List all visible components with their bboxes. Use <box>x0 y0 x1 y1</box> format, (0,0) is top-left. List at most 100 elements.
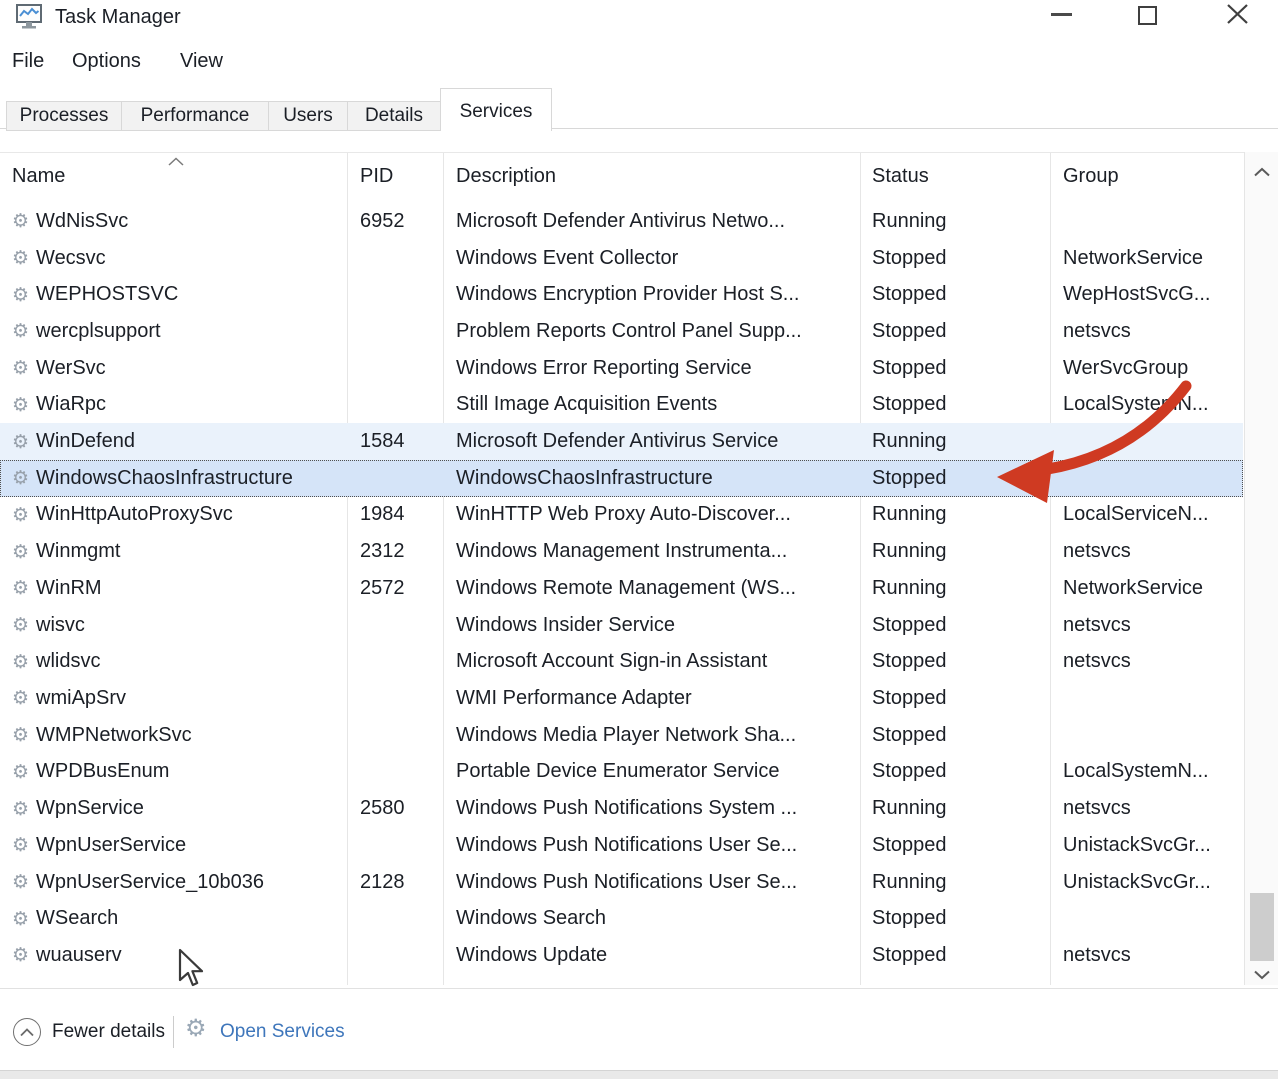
scroll-down-icon[interactable] <box>1253 967 1271 985</box>
service-group: NetworkService <box>1050 247 1243 270</box>
service-name: wercplsupport <box>36 320 161 343</box>
service-name: WEPHOSTSVC <box>36 283 178 306</box>
table-row[interactable]: ⚙WSearch Windows Search Stopped <box>0 900 1243 937</box>
service-name-cell: ⚙ WiaRpc <box>0 393 347 416</box>
tab-users[interactable]: Users <box>268 101 348 131</box>
vertical-scrollbar[interactable] <box>1244 152 1278 985</box>
service-description: WinHTTP Web Proxy Auto-Discover... <box>443 503 860 526</box>
column-header-pid[interactable]: PID <box>360 165 393 188</box>
column-header-status[interactable]: Status <box>872 165 929 188</box>
service-name-cell: ⚙WpnUserService <box>0 834 347 857</box>
service-group: LocalSystemN... <box>1050 760 1243 783</box>
service-gear-icon: ⚙ <box>12 504 29 526</box>
service-name: Wecsvc <box>36 247 106 270</box>
fewer-details-label[interactable]: Fewer details <box>52 1021 165 1043</box>
service-status: Stopped <box>860 834 1050 857</box>
column-header-group[interactable]: Group <box>1063 165 1119 188</box>
table-row[interactable]: ⚙Wecsvc Windows Event Collector Stopped … <box>0 240 1243 277</box>
table-row[interactable]: ⚙wlidsvc Microsoft Account Sign-in Assis… <box>0 643 1243 680</box>
service-description: Windows Encryption Provider Host S... <box>443 283 860 306</box>
close-button[interactable] <box>1216 0 1260 30</box>
column-header-name[interactable]: Name <box>12 165 65 188</box>
service-status: Stopped <box>860 320 1050 343</box>
service-group: UnistackSvcGr... <box>1050 871 1243 894</box>
service-description: Microsoft Defender Antivirus Service <box>443 430 860 453</box>
table-row[interactable]: ⚙WPDBusEnum Portable Device Enumerator S… <box>0 754 1243 791</box>
service-name-cell: ⚙WSearch <box>0 907 347 930</box>
open-services-link[interactable]: Open Services <box>220 1021 345 1043</box>
service-name: WpnService <box>36 797 144 820</box>
menu-view[interactable]: View <box>180 50 223 73</box>
service-name-cell: ⚙WinHttpAutoProxySvc <box>0 503 347 526</box>
table-row[interactable]: ⚙WinDefend 1584 Microsoft Defender Antiv… <box>0 423 1243 460</box>
service-name: wisvc <box>36 614 85 637</box>
service-gear-icon: ⚙ <box>12 467 29 489</box>
service-name-cell: ⚙WdNisSvc <box>0 210 347 233</box>
table-row[interactable]: ⚙WinHttpAutoProxySvc 1984 WinHTTP Web Pr… <box>0 497 1243 534</box>
service-gear-icon: ⚙ <box>12 944 29 966</box>
service-name: WerSvc <box>36 357 106 380</box>
service-gear-icon: ⚙ <box>12 541 29 563</box>
open-services-gear-icon: ⚙ <box>185 1014 207 1042</box>
table-header: Name PID Description Status Group <box>0 152 1243 203</box>
service-status: Running <box>860 503 1050 526</box>
tab-services[interactable]: Services <box>440 88 552 131</box>
service-description: WindowsChaosInfrastructure <box>443 467 860 490</box>
service-name: WPDBusEnum <box>36 760 169 783</box>
service-description: Microsoft Defender Antivirus Netwo... <box>443 210 860 233</box>
table-row[interactable]: ⚙Winmgmt 2312 Windows Management Instrum… <box>0 533 1243 570</box>
service-gear-icon: ⚙ <box>12 577 29 599</box>
table-row[interactable]: ⚙wmiApSrv WMI Performance Adapter Stoppe… <box>0 680 1243 717</box>
tab-details[interactable]: Details <box>347 101 441 131</box>
service-name: Winmgmt <box>36 540 120 563</box>
table-row[interactable]: ⚙wercplsupport Problem Reports Control P… <box>0 313 1243 350</box>
table-row[interactable]: ⚙WEPHOSTSVC Windows Encryption Provider … <box>0 276 1243 313</box>
table-row[interactable]: ⚙WMPNetworkSvc Windows Media Player Netw… <box>0 717 1243 754</box>
service-status: Stopped <box>860 393 1050 416</box>
services-list: ⚙WdNisSvc 6952 Microsoft Defender Antivi… <box>0 203 1243 974</box>
service-gear-icon: ⚙ <box>12 394 29 416</box>
table-row[interactable]: ⚙wuauserv Windows Update Stopped netsvcs <box>0 937 1243 974</box>
table-row[interactable]: ⚙WpnService 2580 Windows Push Notificati… <box>0 790 1243 827</box>
service-description: Windows Event Collector <box>443 247 860 270</box>
table-row[interactable]: ⚙WiaRpc Still Image Acquisition Events S… <box>0 387 1243 424</box>
menu-file[interactable]: File <box>12 50 44 73</box>
service-description: Microsoft Account Sign-in Assistant <box>443 650 860 673</box>
table-row[interactable]: ⚙WerSvc Windows Error Reporting Service … <box>0 350 1243 387</box>
table-row[interactable]: ⚙WinRM 2572 Windows Remote Management (W… <box>0 570 1243 607</box>
close-icon <box>1216 0 1260 30</box>
column-header-description[interactable]: Description <box>456 165 556 188</box>
table-row[interactable]: ⚙WpnUserService Windows Push Notificatio… <box>0 827 1243 864</box>
service-name-cell: ⚙WEPHOSTSVC <box>0 283 347 306</box>
service-name: WSearch <box>36 907 118 930</box>
service-description: WMI Performance Adapter <box>443 687 860 710</box>
service-gear-icon: ⚙ <box>12 210 29 232</box>
service-description: Windows Management Instrumenta... <box>443 540 860 563</box>
fewer-details-button[interactable] <box>13 1018 41 1046</box>
service-status: Running <box>860 210 1050 233</box>
table-row[interactable]: ⚙WindowsChaosInfrastructure WindowsChaos… <box>0 460 1243 497</box>
service-group: UnistackSvcGr... <box>1050 834 1243 857</box>
service-group: netsvcs <box>1050 944 1243 967</box>
service-gear-icon: ⚙ <box>12 320 29 342</box>
tab-processes[interactable]: Processes <box>6 101 122 131</box>
service-description: Windows Insider Service <box>443 614 860 637</box>
scroll-up-icon[interactable] <box>1253 164 1271 182</box>
service-pid: 1984 <box>347 503 443 526</box>
tab-performance[interactable]: Performance <box>121 101 269 131</box>
maximize-button[interactable] <box>1128 0 1172 30</box>
scrollbar-thumb[interactable] <box>1250 893 1274 961</box>
minimize-button[interactable] <box>1040 0 1084 30</box>
service-status: Stopped <box>860 944 1050 967</box>
service-status: Stopped <box>860 650 1050 673</box>
table-row[interactable]: ⚙WdNisSvc 6952 Microsoft Defender Antivi… <box>0 203 1243 240</box>
service-description: Windows Search <box>443 907 860 930</box>
table-row[interactable]: ⚙wisvc Windows Insider Service Stopped n… <box>0 607 1243 644</box>
service-status: Running <box>860 577 1050 600</box>
menu-options[interactable]: Options <box>72 50 141 73</box>
service-name: WiaRpc <box>36 393 106 416</box>
service-pid: 2128 <box>347 871 443 894</box>
service-name: WpnUserService_10b036 <box>36 871 264 894</box>
service-group: netsvcs <box>1050 614 1243 637</box>
table-row[interactable]: ⚙WpnUserService_10b036 2128 Windows Push… <box>0 864 1243 901</box>
